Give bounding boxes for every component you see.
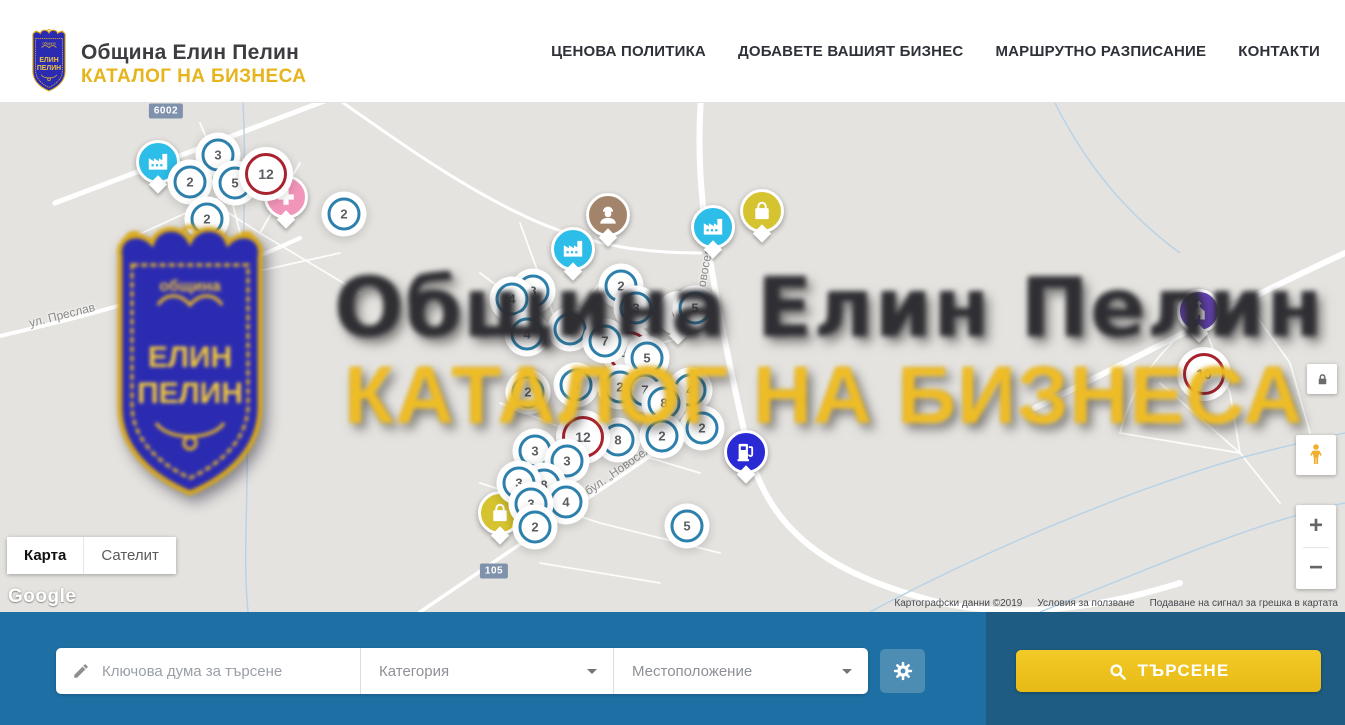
cluster-marker[interactable]: 2 bbox=[191, 203, 224, 236]
header: община ЕЛИН ПЕЛИН Община Елин Пелин КАТА… bbox=[0, 0, 1345, 103]
chevron-down-icon bbox=[587, 669, 597, 679]
zoom-out-button[interactable]: − bbox=[1296, 548, 1336, 590]
cluster-marker[interactable]: 4 bbox=[511, 318, 544, 351]
brand-text: Община Елин Пелин КАТАЛОГ НА БИЗНЕСА bbox=[81, 41, 306, 88]
site-logo[interactable]: община ЕЛИН ПЕЛИН Община Елин Пелин КАТА… bbox=[26, 18, 306, 94]
cluster-marker[interactable]: 3 bbox=[519, 435, 552, 468]
fullscreen-lock-button[interactable] bbox=[1307, 364, 1337, 394]
location-select-label: Местоположение bbox=[632, 663, 752, 680]
cluster-marker[interactable]: 3 bbox=[620, 292, 653, 325]
gear-icon bbox=[892, 660, 914, 682]
cluster-marker[interactable]: 2 bbox=[512, 376, 545, 409]
google-logo[interactable]: Google bbox=[8, 586, 76, 608]
pencil-icon bbox=[72, 662, 90, 680]
page: община ЕЛИН ПЕЛИН Община Елин Пелин КАТА… bbox=[0, 0, 1345, 725]
site-subtitle: КАТАЛОГ НА БИЗНЕСА bbox=[81, 66, 306, 88]
nav-item-pricing[interactable]: ЦЕНОВА ПОЛИТИКА bbox=[551, 43, 706, 60]
map-copyright: Картографски данни ©2019 bbox=[894, 598, 1022, 609]
search-submit-button[interactable]: ТЪРСЕНЕ bbox=[1016, 650, 1321, 692]
cluster-marker[interactable]: 2 bbox=[519, 511, 552, 544]
shopping-bag-pin[interactable] bbox=[740, 189, 784, 233]
category-select-label: Категория bbox=[379, 663, 449, 680]
cluster-marker[interactable]: 2 bbox=[174, 166, 207, 199]
nav-item-route-schedule[interactable]: МАРШРУТНО РАЗПИСАНИЕ bbox=[995, 43, 1206, 60]
report-error-link[interactable]: Подаване на сигнал за грешка в картата bbox=[1150, 598, 1338, 609]
keyword-segment bbox=[56, 648, 360, 694]
cluster-marker[interactable]: 6 bbox=[554, 313, 587, 346]
map-type-map-button[interactable]: Карта bbox=[7, 537, 83, 574]
nav-item-contacts[interactable]: КОНТАКТИ bbox=[1238, 43, 1320, 60]
factory-pin[interactable] bbox=[551, 227, 595, 271]
lock-icon bbox=[1315, 372, 1330, 387]
cluster-marker[interactable]: 2 bbox=[686, 412, 719, 445]
map-type-control: Карта Сателит bbox=[7, 537, 176, 574]
chevron-down-icon bbox=[842, 669, 852, 679]
search-bar: Категория Местоположение bbox=[0, 612, 1345, 725]
cluster-marker[interactable]: 8 bbox=[648, 387, 681, 420]
search-controls: Категория Местоположение bbox=[56, 648, 868, 694]
search-icon bbox=[1108, 662, 1127, 681]
cluster-marker[interactable]: 2 bbox=[328, 198, 361, 231]
cluster-marker[interactable]: 5 bbox=[671, 510, 704, 543]
site-title: Община Елин Пелин bbox=[81, 41, 306, 65]
map-type-satellite-button[interactable]: Сателит bbox=[83, 537, 176, 574]
factory-pin[interactable] bbox=[691, 205, 735, 249]
street-view-pegman-button[interactable] bbox=[1296, 435, 1336, 475]
category-select[interactable]: Категория bbox=[360, 648, 613, 694]
cluster-marker[interactable]: 3 bbox=[560, 369, 593, 402]
fuel-pin[interactable] bbox=[724, 430, 768, 474]
zoom-in-button[interactable]: + bbox=[1296, 505, 1336, 547]
cluster-marker[interactable]: 8 bbox=[602, 424, 635, 457]
worker-pin[interactable] bbox=[586, 193, 630, 237]
terms-link[interactable]: Условия за ползване bbox=[1037, 598, 1134, 609]
crest-top-label: община bbox=[42, 41, 56, 45]
cluster-marker[interactable]: 4 bbox=[496, 283, 529, 316]
main-nav: ЦЕНОВА ПОЛИТИКА ДОБАВЕТЕ ВАШИЯТ БИЗНЕС М… bbox=[551, 0, 1320, 103]
cluster-marker[interactable]: 10 bbox=[1183, 353, 1225, 395]
pegman-icon bbox=[1304, 442, 1328, 468]
municipality-crest-icon: община ЕЛИН ПЕЛИН bbox=[26, 28, 72, 94]
cluster-marker[interactable]: 7 bbox=[589, 325, 622, 358]
google-map-canvas[interactable]: 325122223435641375322748282123383432510 … bbox=[0, 103, 1345, 612]
church-pin[interactable] bbox=[1177, 289, 1221, 333]
advanced-search-button[interactable] bbox=[880, 649, 925, 693]
crest-name-line1: ЕЛИН bbox=[39, 57, 58, 64]
crest-name-line2: ПЕЛИН bbox=[37, 65, 61, 72]
zoom-control: + − bbox=[1296, 505, 1336, 589]
cluster-marker[interactable]: 2 bbox=[646, 420, 679, 453]
map-attribution: Картографски данни ©2019 Условия за полз… bbox=[894, 598, 1338, 609]
cluster-marker[interactable]: 5 bbox=[631, 342, 664, 375]
nav-item-add-business[interactable]: ДОБАВЕТЕ ВАШИЯТ БИЗНЕС bbox=[738, 43, 963, 60]
cluster-marker[interactable]: 12 bbox=[245, 153, 287, 195]
search-button-label: ТЪРСЕНЕ bbox=[1138, 661, 1230, 681]
keyword-search-input[interactable] bbox=[102, 663, 348, 680]
cluster-marker[interactable]: 5 bbox=[679, 292, 712, 325]
map-markers: 325122223435641375322748282123383432510 bbox=[0, 103, 1345, 612]
location-select[interactable]: Местоположение bbox=[613, 648, 868, 694]
cluster-marker[interactable]: 4 bbox=[550, 486, 583, 519]
